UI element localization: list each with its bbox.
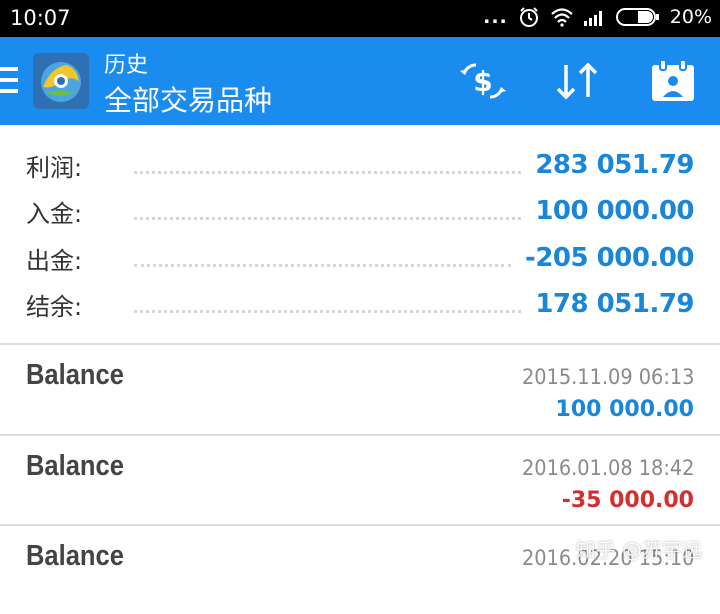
alarm-icon bbox=[519, 7, 538, 27]
summary-label: 利润: bbox=[26, 153, 83, 182]
more-notifications-icon: ... bbox=[483, 6, 508, 28]
entry-amount: 100 000.00 bbox=[555, 397, 694, 422]
summary-row-withdrawal: 出金: -205 000.00 bbox=[26, 236, 694, 280]
metatrader-logo[interactable] bbox=[33, 53, 89, 109]
battery-percent: 20% bbox=[669, 6, 712, 28]
svg-text:$: $ bbox=[473, 65, 492, 98]
status-bar: 10:07 ... 20% bbox=[0, 0, 720, 37]
dotted-leader bbox=[134, 157, 522, 174]
calendar-icon[interactable] bbox=[648, 59, 698, 103]
symbol-filter-title[interactable]: 全部交易品种 bbox=[104, 79, 272, 119]
entry-date: 2015.11.09 06:13 bbox=[521, 365, 694, 389]
sort-icon[interactable] bbox=[552, 59, 602, 103]
watermark: 知乎 @苏宇远 bbox=[575, 538, 702, 562]
dotted-leader bbox=[134, 296, 522, 313]
summary-label: 结余: bbox=[26, 292, 83, 321]
summary-value: 178 051.79 bbox=[535, 289, 694, 319]
currency-exchange-icon[interactable]: $ bbox=[458, 59, 508, 103]
status-time: 10:07 bbox=[10, 6, 71, 30]
entry-type: Balance bbox=[26, 450, 124, 482]
entry-type: Balance bbox=[26, 359, 124, 391]
entry-amount: -35 000.00 bbox=[561, 488, 694, 513]
summary-value: 100 000.00 bbox=[535, 196, 694, 226]
entry-date: 2016.01.08 18:42 bbox=[521, 456, 694, 480]
summary-value: -205 000.00 bbox=[525, 243, 694, 273]
summary-value: 283 051.79 bbox=[535, 150, 694, 180]
status-indicators: ... 20% bbox=[483, 6, 712, 28]
history-entry[interactable]: Balance 2015.11.09 06:13 100 000.00 bbox=[0, 345, 720, 433]
wifi-icon bbox=[551, 8, 573, 27]
menu-icon[interactable] bbox=[0, 67, 18, 93]
summary-label: 入金: bbox=[26, 199, 83, 228]
summary-row-profit: 利润: 283 051.79 bbox=[26, 143, 694, 187]
summary-label: 出金: bbox=[26, 246, 83, 275]
dotted-leader bbox=[134, 203, 522, 220]
battery-icon bbox=[615, 8, 659, 26]
entry-type: Balance bbox=[26, 540, 124, 572]
summary-row-balance: 结余: 178 051.79 bbox=[26, 282, 694, 326]
history-entry[interactable]: Balance 2016.01.08 18:42 -35 000.00 bbox=[0, 436, 720, 524]
summary-row-deposit: 入金: 100 000.00 bbox=[26, 189, 694, 233]
screen-subtitle: 历史 bbox=[104, 53, 149, 78]
dotted-leader bbox=[134, 250, 512, 267]
history-summary: 利润: 283 051.79 入金: 100 000.00 出金: -205 0… bbox=[0, 125, 720, 343]
app-bar: 历史 全部交易品种 $ bbox=[0, 37, 720, 125]
signal-icon bbox=[583, 11, 602, 26]
